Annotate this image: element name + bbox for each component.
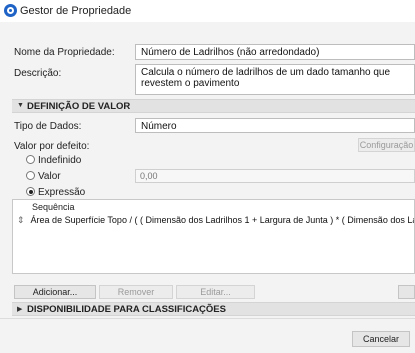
expression-row[interactable]: ⇕ Área de Superfície Topo / ( ( Dimensão … (17, 215, 414, 226)
collapse-triangle-icon[interactable]: ▼ (17, 102, 24, 109)
window-title: Gestor de Propriedade (20, 5, 132, 17)
add-button[interactable]: Adicionar... (14, 285, 96, 299)
property-name-label: Nome da Propriedade: (14, 47, 115, 58)
classification-availability-section[interactable]: ▶ DISPONIBILIDADE PARA CLASSIFICAÇÕES (12, 302, 415, 316)
property-name-field[interactable]: Número de Ladrilhos (não arredondado) (135, 44, 415, 60)
value-definition-header: DEFINIÇÃO DE VALOR (27, 101, 131, 112)
cancel-button[interactable]: Cancelar (352, 331, 410, 347)
title-bar: Gestor de Propriedade (0, 0, 415, 23)
data-type-label: Tipo de Dados: (14, 121, 82, 132)
value-definition-section[interactable]: ▼ DEFINIÇÃO DE VALOR (12, 99, 415, 113)
drag-handle-icon[interactable]: ⇕ (17, 215, 25, 225)
default-value-label: Valor por defeito: (14, 141, 90, 152)
remove-button[interactable]: Remover (99, 285, 173, 299)
edit-button[interactable]: Editar... (176, 285, 255, 299)
expression-text: Área de Superfície Topo / ( ( Dimensão d… (30, 215, 414, 225)
overflow-button[interactable] (398, 285, 415, 299)
footer-divider (0, 318, 415, 319)
data-type-field[interactable]: Número (135, 118, 415, 133)
value-radio-label: Valor (38, 171, 61, 182)
configuration-button[interactable]: Configuração (358, 138, 415, 152)
expand-triangle-icon[interactable]: ▶ (17, 305, 22, 313)
undefined-radio-label: Indefinido (38, 155, 82, 166)
value-field[interactable]: 0,00 (135, 169, 415, 183)
value-radio[interactable] (26, 171, 35, 180)
description-label: Descrição: (14, 68, 62, 79)
classification-availability-header: DISPONIBILIDADE PARA CLASSIFICAÇÕES (27, 304, 226, 315)
sequence-column-header: Sequência (32, 202, 75, 212)
description-field[interactable]: Calcula o número de ladrilhos de um dado… (135, 64, 415, 95)
expression-list[interactable]: Sequência ⇕ Área de Superfície Topo / ( (… (12, 199, 415, 274)
undefined-radio[interactable] (26, 155, 35, 164)
expression-radio[interactable] (26, 187, 35, 196)
expression-radio-label: Expressão (38, 187, 86, 198)
archicad-app-icon (4, 4, 17, 17)
